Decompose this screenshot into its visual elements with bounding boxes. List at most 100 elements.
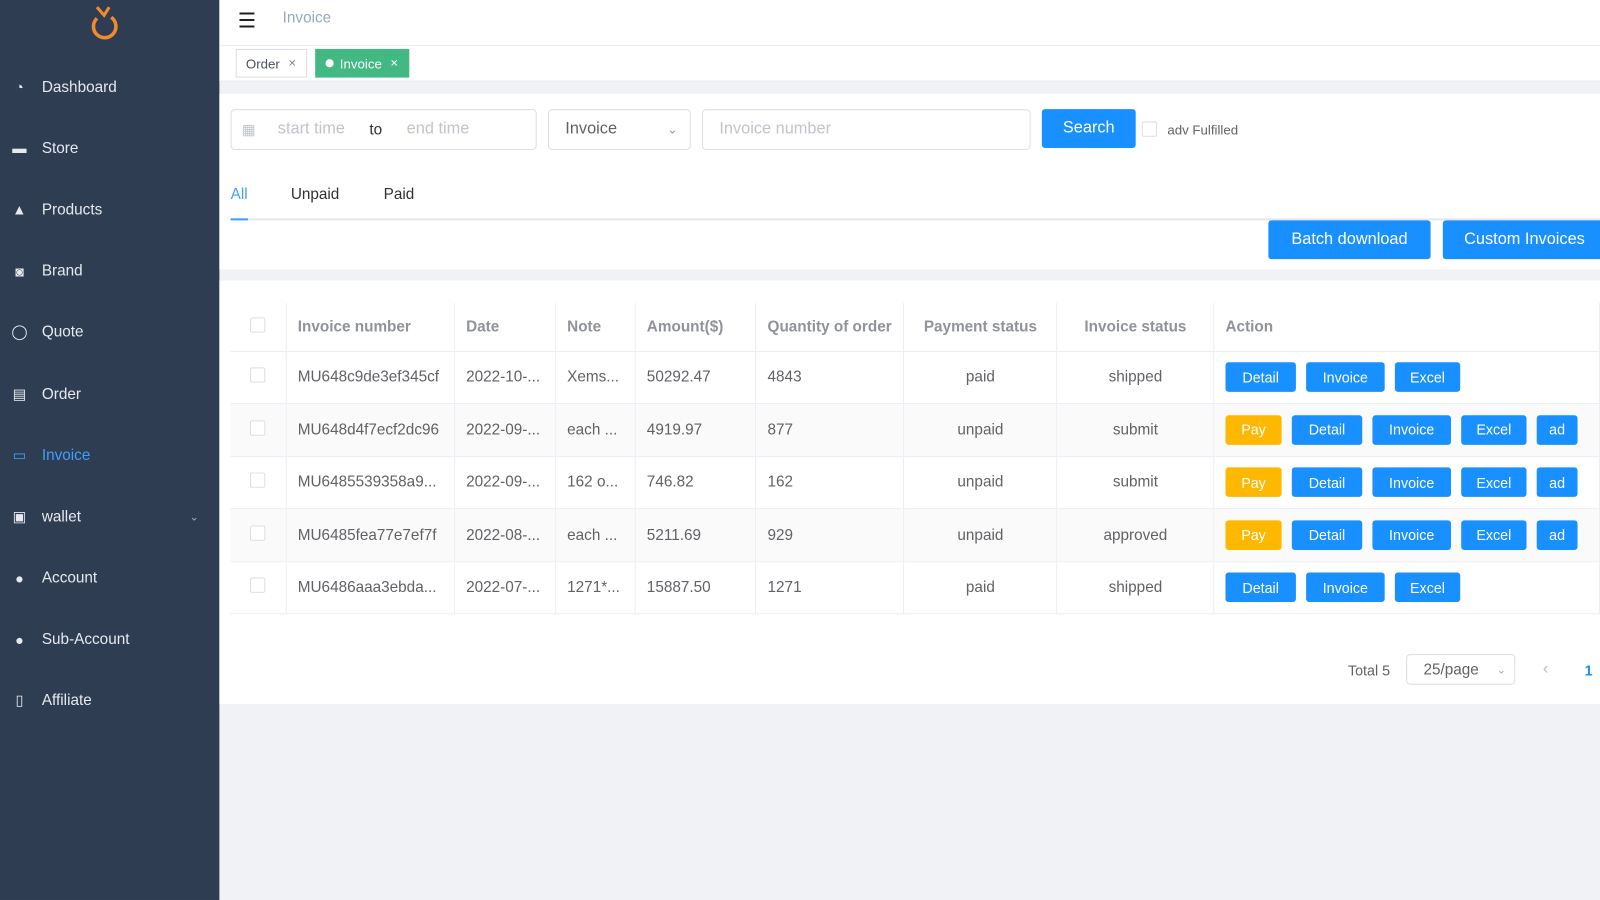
tag-invoice[interactable]: Invoice ✕: [315, 48, 409, 78]
sidebar-item-affiliate[interactable]: ▯ Affiliate: [0, 670, 219, 731]
invoice-status: submit: [1057, 403, 1215, 457]
excel-button[interactable]: Excel: [1461, 467, 1527, 498]
range-separator: to: [369, 120, 383, 139]
sidebar-item-invoice[interactable]: ▭ Invoice: [0, 425, 219, 486]
table-row: MU6486aaa3ebda... 2022-07-... 1271*... 1…: [230, 561, 1600, 615]
close-icon[interactable]: ✕: [390, 58, 399, 69]
page-1[interactable]: 1: [1585, 662, 1593, 678]
sidebar-item-brand[interactable]: ◙ Brand: [0, 240, 219, 301]
excel-button[interactable]: Excel: [1394, 362, 1461, 393]
row-checkbox[interactable]: [250, 525, 266, 541]
row-checkbox[interactable]: [250, 367, 266, 383]
tag-label: Invoice: [339, 55, 382, 71]
active-dot-icon: [325, 59, 334, 68]
payment-status: unpaid: [903, 508, 1058, 562]
sidebar-item-label: wallet: [41, 508, 81, 526]
date: 2022-08-...: [454, 508, 556, 562]
detail-button[interactable]: Detail: [1291, 467, 1363, 498]
invoice-number: MU6485539358a9...: [286, 456, 455, 510]
excel-button[interactable]: Excel: [1461, 415, 1527, 445]
top-bar: ☰ Invoice: [219, 0, 1600, 46]
brand-icon: ◙: [15, 262, 24, 280]
sidebar-item-label: Quote: [41, 323, 84, 342]
excel-button[interactable]: Excel: [1461, 520, 1527, 550]
adv-fulfilled-checkbox[interactable]: [1141, 121, 1158, 137]
ad-button[interactable]: ad: [1536, 467, 1578, 498]
logo-icon: [91, 6, 118, 40]
ad-button[interactable]: ad: [1536, 415, 1578, 445]
chevron-down-icon: ⌄: [667, 122, 678, 137]
type-select[interactable]: Invoice ⌄: [547, 109, 691, 150]
select-all-checkbox[interactable]: [250, 317, 266, 333]
excel-button[interactable]: Excel: [1394, 572, 1461, 603]
end-time-input[interactable]: end time: [407, 120, 470, 138]
page-size-select[interactable]: 25/page ⌄: [1406, 654, 1516, 685]
ad-button[interactable]: ad: [1536, 520, 1578, 550]
date-range-picker[interactable]: ▦ start time to end time: [230, 109, 537, 150]
sidebar-item-products[interactable]: ▲ Products: [0, 179, 219, 240]
tags-view: Order ✕ Invoice ✕: [219, 45, 1600, 82]
sidebar-item-sub-account[interactable]: ● Sub-Account: [0, 609, 219, 670]
prev-page-icon[interactable]: ‹: [1543, 660, 1548, 678]
invoice-button[interactable]: Invoice: [1372, 415, 1451, 445]
amount: 5211.69: [635, 508, 757, 562]
sidebar-item-label: Affiliate: [41, 692, 92, 710]
sidebar-item-label: Brand: [41, 262, 83, 280]
payment-status: paid: [903, 351, 1058, 405]
pay-button[interactable]: Pay: [1225, 415, 1282, 445]
sidebar-item-account[interactable]: ● Account: [0, 547, 219, 608]
batch-download-button[interactable]: Batch download: [1268, 220, 1431, 260]
invoice-button[interactable]: Invoice: [1306, 572, 1385, 603]
invoice-button[interactable]: Invoice: [1306, 362, 1385, 393]
custom-invoices-button[interactable]: Custom Invoices: [1442, 220, 1600, 260]
sidebar-item-label: Products: [41, 200, 103, 219]
pay-button[interactable]: Pay: [1225, 467, 1282, 498]
order-icon: ▤: [12, 385, 27, 402]
search-button[interactable]: Search: [1041, 109, 1136, 148]
user-icon: ●: [15, 631, 24, 648]
col-invoice-status: Invoice status: [1057, 303, 1215, 352]
menu-toggle-icon[interactable]: ☰: [238, 8, 256, 34]
sidebar-item-wallet[interactable]: ▣ wallet ⌄: [0, 486, 219, 547]
invoice-button[interactable]: Invoice: [1372, 467, 1451, 498]
detail-button[interactable]: Detail: [1291, 520, 1363, 550]
sidebar-item-store[interactable]: ▬ Store: [0, 118, 219, 179]
quantity: 1271: [755, 561, 905, 615]
detail-button[interactable]: Detail: [1225, 362, 1296, 393]
detail-button[interactable]: Detail: [1225, 572, 1296, 603]
row-checkbox[interactable]: [250, 420, 266, 436]
payment-status: paid: [903, 561, 1058, 615]
calendar-icon: ▦: [241, 120, 256, 138]
invoice-number-input[interactable]: Invoice number: [702, 109, 1031, 150]
sidebar-item-label: Dashboard: [41, 78, 117, 96]
sidebar-item-quote[interactable]: ◯ Quote: [0, 302, 219, 363]
sidebar-item-dashboard[interactable]: ◔ Dashboard: [0, 56, 219, 117]
amount: 746.82: [635, 456, 757, 510]
row-checkbox[interactable]: [250, 577, 266, 594]
invoice-number: MU648c9de3ef345cf: [286, 351, 455, 405]
sidebar-item-order[interactable]: ▤ Order: [0, 363, 219, 424]
start-time-input[interactable]: start time: [278, 120, 345, 138]
tab-all[interactable]: All: [231, 186, 248, 203]
tag-order[interactable]: Order ✕: [235, 48, 307, 78]
tab-unpaid[interactable]: Unpaid: [291, 186, 340, 203]
invoice-number: MU648d4f7ecf2dc96: [286, 403, 455, 457]
tag-label: Order: [245, 55, 280, 71]
detail-button[interactable]: Detail: [1291, 415, 1363, 445]
tab-paid[interactable]: Paid: [384, 186, 415, 203]
close-icon[interactable]: ✕: [288, 58, 297, 69]
row-checkbox[interactable]: [250, 472, 266, 489]
pagination-total: Total 5: [1347, 662, 1391, 679]
type-select-value: Invoice: [565, 120, 618, 138]
pay-button[interactable]: Pay: [1225, 520, 1282, 550]
table-row: MU648c9de3ef345cf 2022-10-... Xems... 50…: [230, 351, 1600, 405]
quantity: 877: [755, 403, 905, 457]
sidebar-item-label: Store: [41, 139, 79, 157]
table-panel: Invoice number Date Note Amount($) Quant…: [219, 280, 1600, 705]
invoice-button[interactable]: Invoice: [1372, 520, 1451, 550]
date: 2022-10-...: [454, 351, 556, 405]
table-row: MU648d4f7ecf2dc96 2022-09-... each ... 4…: [230, 403, 1600, 457]
chevron-down-icon[interactable]: ⌄: [190, 510, 199, 523]
invoice-number: MU6486aaa3ebda...: [286, 561, 455, 615]
invoice-table: Invoice number Date Note Amount($) Quant…: [230, 303, 1600, 615]
